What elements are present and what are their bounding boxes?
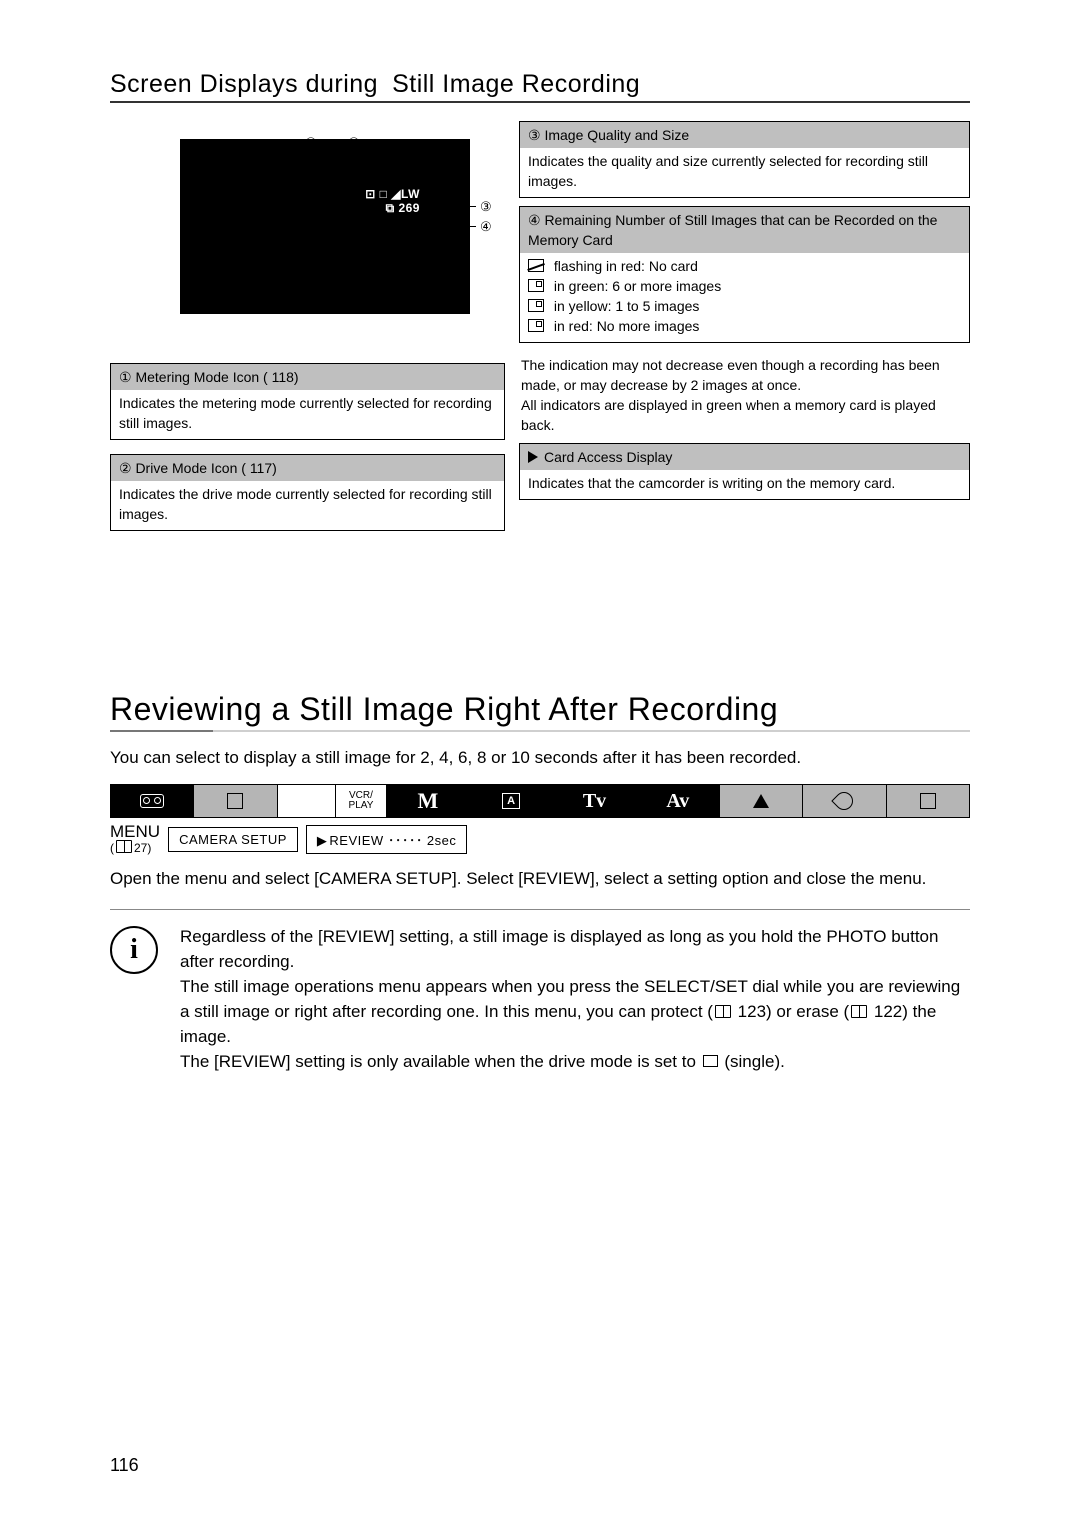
mode-m: M — [417, 788, 438, 814]
no-card-icon — [528, 259, 544, 272]
night-mode-icon — [832, 788, 857, 813]
menu-box-review: ▶REVIEW ･････ 2sec — [306, 825, 467, 854]
instruction-paragraph: Open the menu and select [CAMERA SETUP].… — [110, 867, 970, 891]
mode-dial-row: VCR/ PLAY M A Tv Av — [110, 784, 970, 818]
callout-1: ① — [305, 135, 317, 151]
vcr-play-label: VCR/ PLAY — [336, 785, 386, 817]
easy-mode-icon — [753, 794, 769, 808]
section-title: Screen Displays duringStill Image Record… — [110, 70, 970, 103]
card-mode-icon — [227, 793, 243, 809]
callout-box-card-access: Card Access Display Indicates that the c… — [519, 443, 970, 500]
mode-av: Av — [666, 790, 689, 813]
heading-review: Reviewing a Still Image Right After Reco… — [110, 691, 970, 732]
callout-3: ③ — [480, 199, 492, 215]
menu-path-row: MENU (27) CAMERA SETUP ▶REVIEW ･････ 2se… — [110, 824, 970, 855]
callout-box-2: ② Drive Mode Icon ( 117) Indicates the d… — [110, 454, 505, 531]
card-icon — [528, 279, 544, 292]
play-icon — [528, 451, 538, 463]
menu-label: MENU — [110, 824, 160, 840]
mode-icon — [920, 793, 936, 809]
intro-paragraph: You can select to display a still image … — [110, 746, 970, 770]
callout-box-3: ③ Image Quality and Size Indicates the q… — [519, 121, 970, 198]
card-icon — [528, 299, 544, 312]
callout-box-1: ① Metering Mode Icon ( 118) Indicates th… — [110, 363, 505, 440]
mode-a-icon: A — [502, 793, 520, 809]
callout-2: ② — [348, 135, 360, 151]
callout-box-4: ④ Remaining Number of Still Images that … — [519, 206, 970, 343]
tape-icon — [140, 794, 164, 808]
page-number: 116 — [110, 1455, 139, 1476]
card-icon — [528, 319, 544, 332]
callout-4: ④ — [480, 219, 492, 235]
info-icon: i — [110, 926, 158, 974]
mode-tv: Tv — [583, 790, 606, 813]
osd-line-1: ⊡ □ ◢LW — [300, 187, 420, 201]
note-text: The indication may not decrease even tho… — [519, 351, 970, 443]
single-mode-icon — [703, 1055, 718, 1067]
osd-line-2: ⧉ 269 — [300, 201, 420, 215]
menu-box-camera-setup: CAMERA SETUP — [168, 827, 298, 852]
book-icon — [116, 840, 132, 853]
book-icon — [715, 1005, 731, 1018]
book-icon — [851, 1005, 867, 1018]
info-text: Regardless of the [REVIEW] setting, a st… — [180, 924, 970, 1074]
